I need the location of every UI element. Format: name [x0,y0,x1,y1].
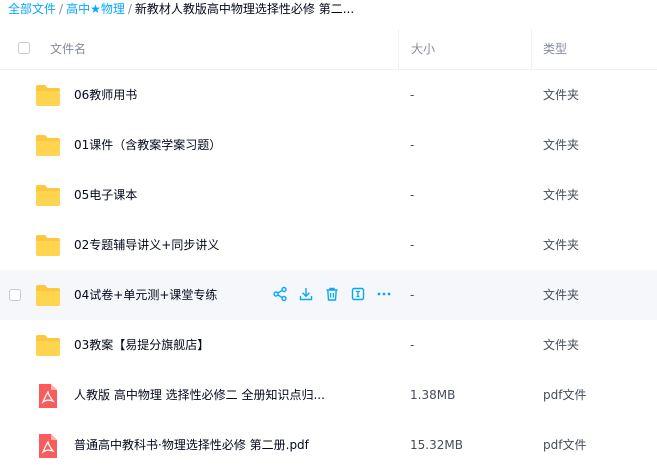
file-name[interactable]: 人教版 高中物理 选择性必修二 全册知识点归... [74,370,325,420]
folder-icon [35,233,61,257]
file-size: - [410,188,415,202]
file-size: 15.32MB [410,438,463,452]
folder-icon [35,333,61,357]
row-checkbox[interactable] [9,289,21,301]
file-size: - [410,138,415,152]
file-name[interactable]: 普通高中教科书·物理选择性必修 第二册.pdf [74,420,309,470]
breadcrumb: 全部文件 / 高中★物理 / 新教材人教版高中物理选择性必修 第二... [8,0,653,20]
file-row[interactable]: 人教版 高中物理 选择性必修二 全册知识点归... 1.38MB pdf文件 [0,370,657,420]
file-size: - [410,338,415,352]
file-name[interactable]: 04试卷+单元测+课堂专练 [74,270,217,320]
pdf-icon [35,433,61,458]
download-icon[interactable] [298,286,314,302]
file-row[interactable]: 01课件（含教案学案习题） - 文件夹 [0,120,657,170]
file-name[interactable]: 06教师用书 [74,70,137,120]
folder-icon [35,83,61,107]
file-type: 文件夹 [543,138,580,152]
pdf-icon [35,383,61,408]
file-row[interactable]: 02专题辅导讲义+同步讲义 - 文件夹 [0,220,657,270]
column-header-type[interactable]: 类型 [543,29,567,69]
row-actions [272,286,392,304]
column-divider [531,29,532,69]
share-icon[interactable] [272,286,288,302]
select-all-checkbox[interactable] [18,42,30,54]
file-list: 06教师用书 - 文件夹 01课件（含教案学案习题） - 文件夹 05电子课本 … [0,70,657,470]
file-type: pdf文件 [543,388,587,402]
file-size: - [410,238,415,252]
file-name[interactable]: 05电子课本 [74,170,137,220]
breadcrumb-current: 新教材人教版高中物理选择性必修 第二... [134,2,355,16]
file-name[interactable]: 03教案【易提分旗舰店】 [74,320,209,370]
file-type: 文件夹 [543,188,580,202]
file-type: 文件夹 [543,88,580,102]
file-size: 1.38MB [410,388,456,402]
file-type: 文件夹 [543,238,580,252]
file-row[interactable]: 03教案【易提分旗舰店】 - 文件夹 [0,320,657,370]
table-header: 文件名 大小 类型 [0,29,657,70]
delete-icon[interactable] [324,286,340,302]
file-type: pdf文件 [543,438,587,452]
file-type: 文件夹 [543,338,580,352]
file-row[interactable]: 04试卷+单元测+课堂专练 - 文件夹 [0,270,657,320]
rename-icon[interactable] [350,286,366,302]
file-size: - [410,288,415,302]
file-type: 文件夹 [543,288,580,302]
more-icon[interactable] [376,286,392,302]
file-name[interactable]: 01课件（含教案学案习题） [74,120,221,170]
breadcrumb-item-all-files[interactable]: 全部文件 [8,2,56,16]
column-divider [398,29,399,69]
file-row[interactable]: 06教师用书 - 文件夹 [0,70,657,120]
breadcrumb-separator: / [59,2,64,16]
column-header-name[interactable]: 文件名 [50,29,86,69]
file-row[interactable]: 普通高中教科书·物理选择性必修 第二册.pdf 15.32MB pdf文件 [0,420,657,470]
file-name[interactable]: 02专题辅导讲义+同步讲义 [74,220,219,270]
folder-icon [35,183,61,207]
file-size: - [410,88,415,102]
breadcrumb-separator: / [127,2,132,16]
breadcrumb-item-physics[interactable]: 高中★物理 [66,2,125,16]
column-header-size[interactable]: 大小 [411,29,435,69]
folder-icon [35,133,61,157]
file-row[interactable]: 05电子课本 - 文件夹 [0,170,657,220]
folder-icon [35,283,61,307]
